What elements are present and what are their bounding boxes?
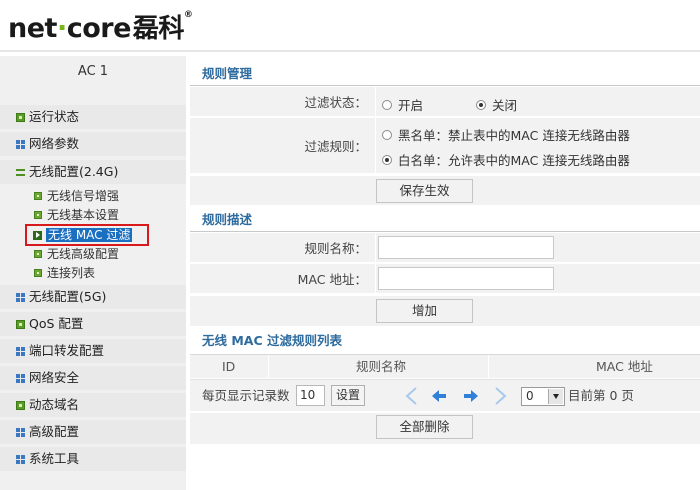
main-content: 规则管理 过滤状态： 开启 关闭 过滤规则： 黑名单：禁止表中的MAC 连接无线…: [190, 56, 700, 490]
rule-name-input[interactable]: [378, 236, 554, 259]
sidebar-item-label: 动态域名: [29, 397, 80, 412]
network-icon: [16, 140, 25, 149]
status-icon: [16, 113, 25, 122]
status-on-radio[interactable]: 开启: [382, 95, 423, 114]
mac-address-row: MAC 地址：: [190, 264, 700, 294]
subitem-mac-filter[interactable]: 无线 MAC 过滤: [25, 224, 149, 246]
radio-icon: [382, 129, 392, 140]
section-title-rule-mgmt: 规则管理: [190, 62, 700, 86]
pagination-bar: 每页显示记录数 10 设置 0 目前第 0 页: [190, 379, 700, 411]
sidebar-item-label: 网络安全: [29, 370, 80, 385]
subitem-basic-settings[interactable]: 无线基本设置: [34, 206, 119, 224]
header: net·core磊科®: [0, 0, 700, 52]
sidebar-item-label: 系统工具: [29, 451, 80, 466]
whitelist-radio[interactable]: 白名单：允许表中的MAC 连接无线路由器: [382, 150, 630, 169]
page-select[interactable]: 0: [521, 387, 565, 406]
radio-selected-icon: [382, 154, 392, 165]
sidebar-item-wireless-5g[interactable]: 无线配置(5G): [0, 285, 186, 309]
play-icon: [33, 231, 42, 240]
section-title-rule-list: 无线 MAC 过滤规则列表: [190, 329, 700, 353]
sidebar-item-wireless-24g[interactable]: 无线配置(2.4G): [0, 160, 186, 184]
filter-status-row: 过滤状态： 开启 关闭: [190, 87, 700, 117]
status-off-radio[interactable]: 关闭: [476, 95, 517, 114]
subitem-advanced-wireless[interactable]: 无线高级配置: [34, 245, 119, 263]
sidebar-item-advanced[interactable]: 高级配置: [0, 420, 186, 444]
rule-name-row: 规则名称：: [190, 233, 700, 263]
expanded-menu-icon: [16, 168, 25, 177]
blacklist-radio[interactable]: 黑名单：禁止表中的MAC 连接无线路由器: [382, 125, 630, 144]
sidebar-item-system-tools[interactable]: 系统工具: [0, 447, 186, 471]
save-button[interactable]: 保存生效: [376, 179, 473, 203]
mac-address-input[interactable]: [378, 267, 554, 290]
sidebar-item-security[interactable]: 网络安全: [0, 366, 186, 390]
subitem-connection-list[interactable]: 连接列表: [34, 264, 95, 282]
first-page-icon[interactable]: [402, 385, 420, 407]
grid-icon: [16, 428, 25, 437]
sidebar-item-label: 无线配置(5G): [29, 289, 107, 304]
sidebar-item-status[interactable]: 运行状态: [0, 105, 186, 129]
delete-all-button[interactable]: 全部删除: [376, 415, 473, 439]
chevron-down-icon: [548, 389, 563, 404]
grid-icon: [16, 293, 25, 302]
grid-icon: [16, 374, 25, 383]
grid-icon: [16, 347, 25, 356]
sidebar-item-label: 网络参数: [29, 136, 80, 151]
mac-address-label: MAC 地址：: [297, 272, 367, 287]
bullet-icon: [34, 250, 42, 258]
col-header-id: ID: [222, 359, 236, 374]
col-header-rule-name: 规则名称: [356, 359, 407, 374]
sidebar-item-label: QoS 配置: [29, 316, 84, 331]
filter-rule-row: 过滤规则： 黑名单：禁止表中的MAC 连接无线路由器 白名单：允许表中的MAC …: [190, 118, 700, 174]
sidebar-item-ddns[interactable]: 动态域名: [0, 393, 186, 417]
radio-icon: [382, 99, 392, 110]
subitem-signal-boost[interactable]: 无线信号增强: [34, 187, 119, 205]
per-page-input[interactable]: 10: [296, 385, 325, 406]
next-page-icon[interactable]: [462, 385, 480, 407]
bullet-icon: [34, 269, 42, 277]
sidebar: AC 1 运行状态 网络参数 无线配置(2.4G) 无线信号增强 无线基本设置 …: [0, 56, 186, 490]
sidebar-item-label: 端口转发配置: [29, 343, 105, 358]
sidebar-item-port-forward[interactable]: 端口转发配置: [0, 339, 186, 363]
current-page-text: 目前第 0 页: [568, 388, 634, 403]
device-title: AC 1: [77, 64, 109, 79]
sidebar-item-label: 无线配置(2.4G): [29, 164, 119, 179]
prev-page-icon[interactable]: [430, 385, 448, 407]
col-header-mac: MAC 地址: [596, 359, 653, 374]
rule-name-label: 规则名称：: [304, 241, 367, 256]
add-button[interactable]: 增加: [376, 299, 473, 323]
bullet-icon: [34, 211, 42, 219]
section-title-rule-desc: 规则描述: [190, 208, 700, 232]
netcore-logo: net·core磊科®: [8, 10, 193, 44]
set-per-page-button[interactable]: 设置: [331, 385, 366, 406]
ddns-icon: [16, 401, 25, 410]
grid-icon: [16, 455, 25, 464]
sidebar-item-network[interactable]: 网络参数: [0, 132, 186, 156]
filter-status-label: 过滤状态：: [304, 95, 367, 110]
qos-icon: [16, 320, 25, 329]
last-page-icon[interactable]: [492, 385, 510, 407]
radio-selected-icon: [476, 99, 486, 110]
add-row: 增加: [190, 295, 700, 326]
sidebar-item-label: 高级配置: [29, 424, 80, 439]
per-page-label: 每页显示记录数: [202, 388, 290, 403]
save-row: 保存生效: [190, 175, 700, 205]
filter-rule-label: 过滤规则：: [304, 139, 367, 154]
sidebar-item-qos[interactable]: QoS 配置: [0, 312, 186, 336]
sidebar-item-label: 运行状态: [29, 109, 80, 124]
rule-list-header: ID 规则名称 MAC 地址: [190, 354, 700, 379]
delete-all-row: 全部删除: [190, 412, 700, 444]
bullet-icon: [34, 192, 42, 200]
